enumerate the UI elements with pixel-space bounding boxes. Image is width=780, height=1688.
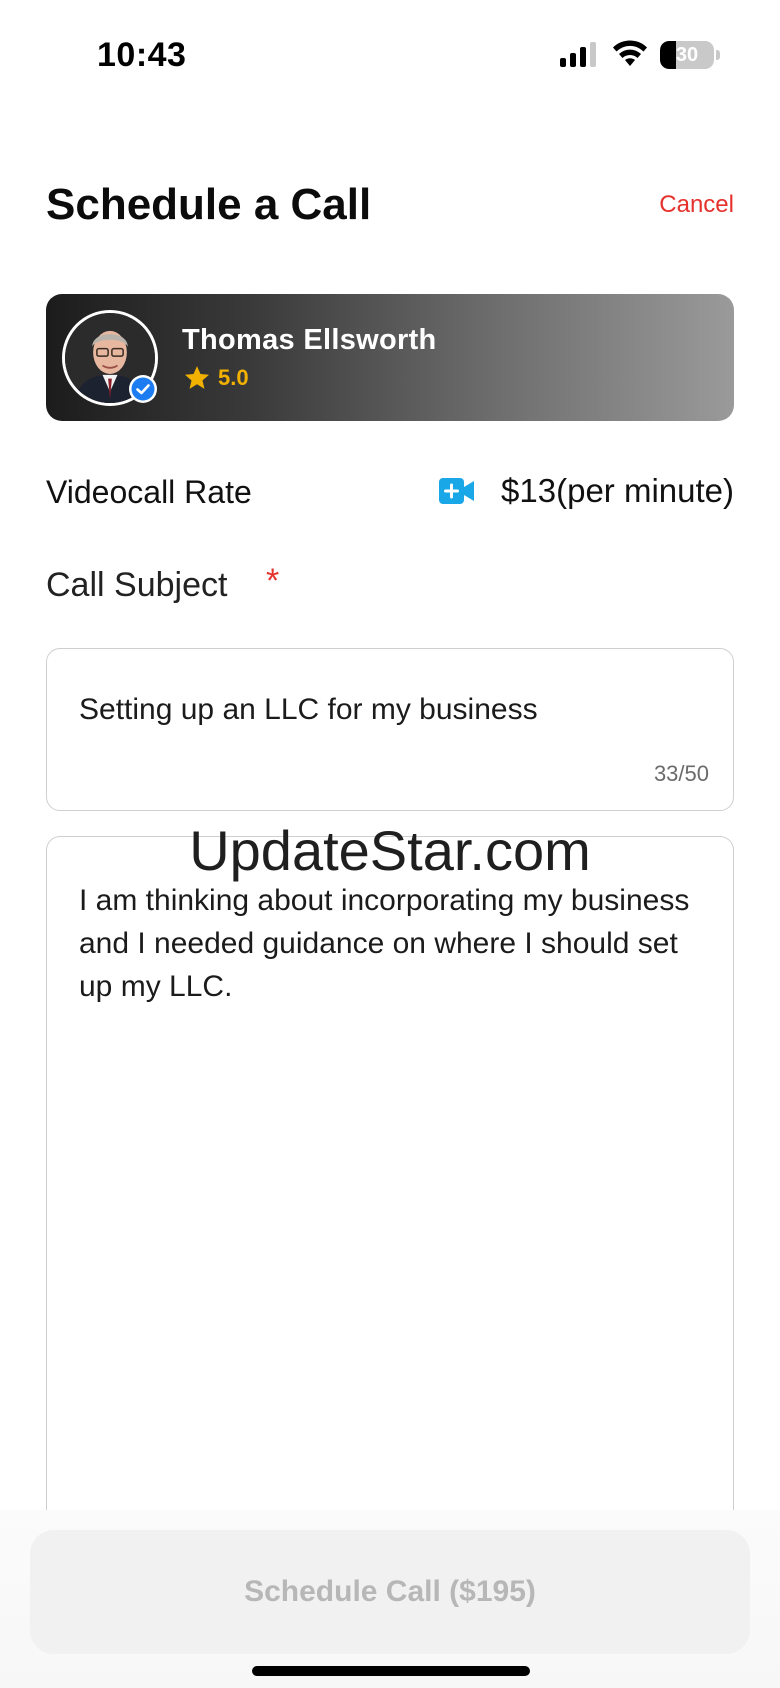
wifi-icon <box>613 40 647 66</box>
cancel-button[interactable]: Cancel <box>659 191 734 219</box>
page-title: Schedule a Call <box>46 180 372 229</box>
call-description-value: I am thinking about incorporating my bus… <box>79 884 690 1003</box>
character-counter: 33/50 <box>653 761 709 786</box>
cellular-signal-icon <box>560 42 596 67</box>
videocall-rate-label: Videocall Rate <box>46 474 252 510</box>
video-camera-add-icon <box>439 478 474 504</box>
expert-name: Thomas Ellsworth <box>182 324 437 356</box>
schedule-call-button[interactable]: Schedule Call ($195) <box>30 1530 750 1654</box>
battery-cap <box>716 50 720 60</box>
battery-icon: 30 <box>660 41 714 69</box>
battery-percent: 30 <box>675 44 699 66</box>
bottom-action-bar: Schedule Call ($195) <box>0 1510 780 1688</box>
watermark: UpdateStar.com <box>189 819 591 882</box>
rating-value: 5.0 <box>218 365 249 390</box>
call-subject-input[interactable]: Setting up an LLC for my business 33/50 <box>46 648 734 811</box>
videocall-rate-value: $13(per minute) <box>501 472 734 509</box>
status-time: 10:43 <box>97 36 187 74</box>
call-subject-value: Setting up an LLC for my business <box>79 693 538 726</box>
star-icon <box>184 366 210 389</box>
verified-badge-icon <box>129 375 157 403</box>
required-asterisk: * <box>266 562 280 600</box>
status-bar: 10:43 30 <box>0 0 780 110</box>
home-indicator <box>252 1666 530 1676</box>
call-description-textarea[interactable]: I am thinking about incorporating my bus… <box>46 836 734 1596</box>
expert-card[interactable]: Thomas Ellsworth 5.0 <box>46 294 734 421</box>
call-subject-label: Call Subject <box>46 566 228 604</box>
